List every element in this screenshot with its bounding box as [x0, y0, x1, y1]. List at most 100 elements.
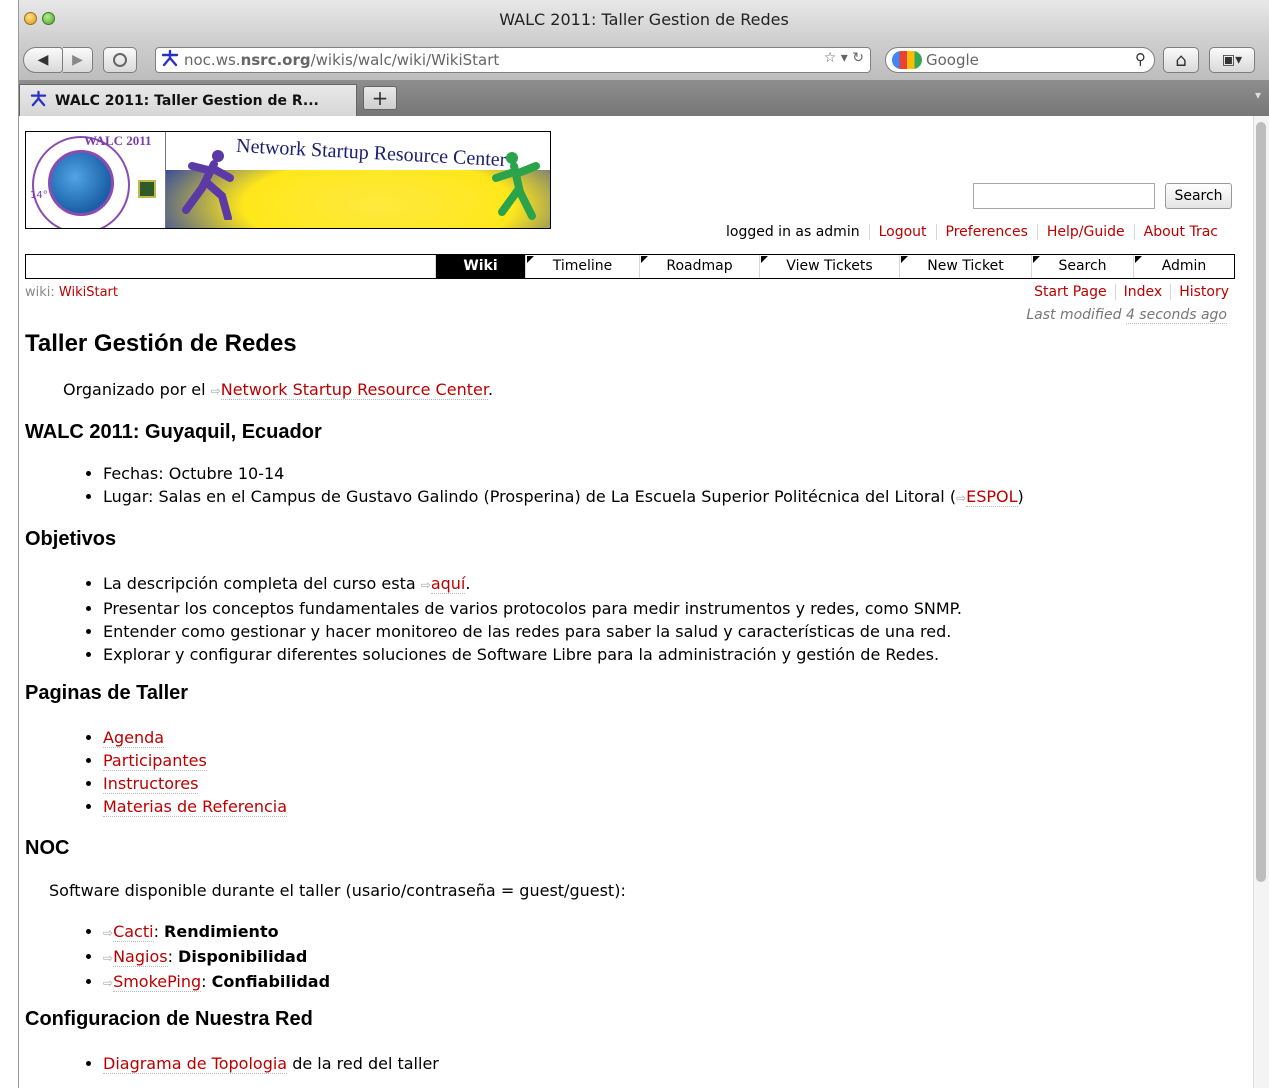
scrollbar-thumb[interactable]: [1256, 122, 1266, 882]
cacti-desc: Rendimiento: [164, 922, 279, 941]
page-title: Taller Gestión de Redes: [25, 330, 297, 357]
smokeping-link[interactable]: SmokePing: [113, 972, 202, 992]
list-item: Agenda: [103, 726, 1235, 749]
extension-button[interactable]: [103, 47, 137, 73]
magnifier-icon[interactable]: ⚲: [1135, 50, 1146, 68]
list-item: Materias de Referencia: [103, 795, 1235, 818]
preferences-link[interactable]: Preferences: [935, 224, 1037, 240]
nav-search[interactable]: Search: [1031, 255, 1133, 278]
logged-in-status: logged in as admin: [726, 224, 860, 240]
objetivos-list: La descripción completa del curso esta ⇨…: [25, 572, 1235, 666]
espol-logo-icon: [138, 180, 156, 198]
nsrc-link[interactable]: Network Startup Resource Center: [220, 380, 488, 400]
presentar-text: Presentar los conceptos fundamentales de…: [103, 599, 962, 618]
instructores-link[interactable]: Instructores: [103, 774, 199, 794]
google-logo-icon: [892, 51, 922, 69]
walc-section: WALC 2011: Guyaquil, Ecuador: [25, 421, 1235, 444]
noc-list: ⇨Cacti: Rendimiento ⇨Nagios: Disponibili…: [25, 920, 1235, 995]
last-modified-prefix: Last modified: [1026, 307, 1122, 323]
bookmarks-icon: ▣▾: [1221, 52, 1243, 68]
list-item: Fechas: Octubre 10-14: [103, 462, 1235, 485]
new-tab-button[interactable]: +: [363, 86, 397, 110]
nav-admin[interactable]: Admin: [1133, 255, 1234, 278]
last-modified-age-link[interactable]: 4 seconds ago: [1125, 307, 1227, 324]
config-section: Configuracion de Nuestra Red: [25, 1008, 1235, 1031]
list-item: Diagrama de Topologia de la red del tall…: [103, 1052, 1235, 1075]
back-arrow-icon: ◀: [37, 52, 49, 68]
tab-active[interactable]: WALC 2011: Taller Gestion de R...: [19, 84, 357, 116]
back-button[interactable]: ◀: [23, 47, 63, 73]
nav-wiki[interactable]: Wiki: [435, 255, 525, 278]
noc-intro: Software disponible durante el taller (u…: [25, 881, 1235, 900]
puzzle-icon: [113, 53, 127, 67]
nav-timeline[interactable]: Timeline: [525, 255, 639, 278]
help-guide-link[interactable]: Help/Guide: [1036, 224, 1134, 240]
logout-link[interactable]: Logout: [868, 224, 936, 240]
wiki-search-input[interactable]: [973, 183, 1155, 209]
forward-button[interactable]: ▶: [63, 47, 93, 73]
agenda-link[interactable]: Agenda: [103, 728, 165, 748]
external-link-icon: ⇨: [420, 578, 431, 592]
bookmark-star-icon[interactable]: ☆ ▾ ↻: [824, 50, 864, 66]
paginas-list: Agenda Participantes Instructores Materi…: [25, 726, 1235, 818]
meta-nav: logged in as admin Logout Preferences He…: [717, 224, 1227, 240]
external-link-icon: ⇨: [103, 976, 114, 990]
nagios-desc: Disponibilidad: [178, 947, 308, 966]
globe-icon: [48, 150, 114, 216]
home-icon: ⌂: [1175, 49, 1187, 71]
site-banner[interactable]: WALC 2011 14° Network Startup Resource C…: [25, 131, 551, 229]
breadcrumb-prefix: wiki:: [25, 285, 55, 300]
list-item: Explorar y configurar diferentes solucio…: [103, 643, 1235, 666]
bookmarks-menu-button[interactable]: ▣▾: [1209, 47, 1255, 73]
tab-list-icon[interactable]: ▾: [1255, 88, 1261, 102]
breadcrumb-page-link[interactable]: WikiStart: [59, 285, 118, 300]
search-engine-placeholder: Google: [926, 51, 979, 69]
materias-link[interactable]: Materias de Referencia: [103, 797, 288, 817]
nav-new-ticket[interactable]: New Ticket: [899, 255, 1031, 278]
lugar-suffix: ): [1017, 487, 1024, 506]
walc-heading: WALC 2011: Guyaquil, Ecuador: [25, 421, 322, 443]
nagios-link[interactable]: Nagios: [113, 947, 168, 967]
org-paragraph: Organizado por el ⇨Network Startup Resou…: [25, 380, 1235, 400]
start-page-link[interactable]: Start Page: [1026, 284, 1115, 300]
site-favicon-icon: [156, 49, 184, 72]
search-engine-box[interactable]: Google ⚲: [885, 47, 1155, 73]
web-page: WALC 2011 14° Network Startup Resource C…: [19, 116, 1251, 1088]
list-item: ⇨SmokePing: Confiabilidad: [103, 970, 1235, 995]
list-item: Entender como gestionar y hacer monitore…: [103, 620, 1235, 643]
green-runner-icon: [492, 152, 540, 220]
list-item: Instructores: [103, 772, 1235, 795]
aqui-link[interactable]: aquí: [430, 574, 466, 594]
desc-text: La descripción completa del curso esta: [103, 574, 416, 593]
list-item: ⇨Cacti: Rendimiento: [103, 920, 1235, 945]
tab-favicon-icon: [30, 90, 47, 112]
nav-view-tickets[interactable]: View Tickets: [759, 255, 899, 278]
lugar-text: Lugar: Salas en el Campus de Gustavo Gal…: [103, 487, 957, 506]
external-link-icon: ⇨: [103, 926, 114, 940]
wiki-search-button[interactable]: Search: [1165, 183, 1232, 209]
participantes-link[interactable]: Participantes: [103, 751, 207, 771]
tab-strip: WALC 2011: Taller Gestion de R... + ▾: [19, 80, 1269, 116]
walc-edition: 14°: [30, 190, 48, 201]
nav-roadmap[interactable]: Roadmap: [639, 255, 759, 278]
config-heading: Configuracion de Nuestra Red: [25, 1008, 313, 1030]
external-link-icon: ⇨: [103, 951, 114, 965]
about-trac-link[interactable]: About Trac: [1133, 224, 1227, 240]
objetivos-section: Objetivos: [25, 528, 1235, 551]
url-bar[interactable]: noc.ws.nsrc.org/wikis/walc/wiki/WikiStar…: [155, 47, 871, 73]
index-link[interactable]: Index: [1114, 284, 1171, 300]
espol-link[interactable]: ESPOL: [966, 487, 1018, 507]
walc-logo: WALC 2011 14°: [26, 132, 166, 228]
list-item: ⇨Nagios: Disponibilidad: [103, 945, 1235, 970]
list-item: Presentar los conceptos fundamentales de…: [103, 597, 1235, 620]
navigation-toolbar: ◀ ▶ noc.ws.nsrc.org/wikis/walc/wiki/Wiki…: [19, 40, 1269, 80]
topologia-link[interactable]: Diagrama de Topologia: [103, 1054, 288, 1074]
nsrc-logo: Network Startup Resource Center: [166, 132, 550, 228]
cacti-link[interactable]: Cacti: [113, 922, 154, 942]
history-link[interactable]: History: [1170, 284, 1237, 300]
noc-intro-text: Software disponible durante el taller (u…: [49, 881, 626, 900]
window-title: WALC 2011: Taller Gestion de Redes: [499, 10, 789, 29]
home-button[interactable]: ⌂: [1163, 47, 1199, 73]
breadcrumb: wiki: WikiStart: [25, 285, 118, 300]
walc-year: WALC 2011: [84, 133, 152, 148]
